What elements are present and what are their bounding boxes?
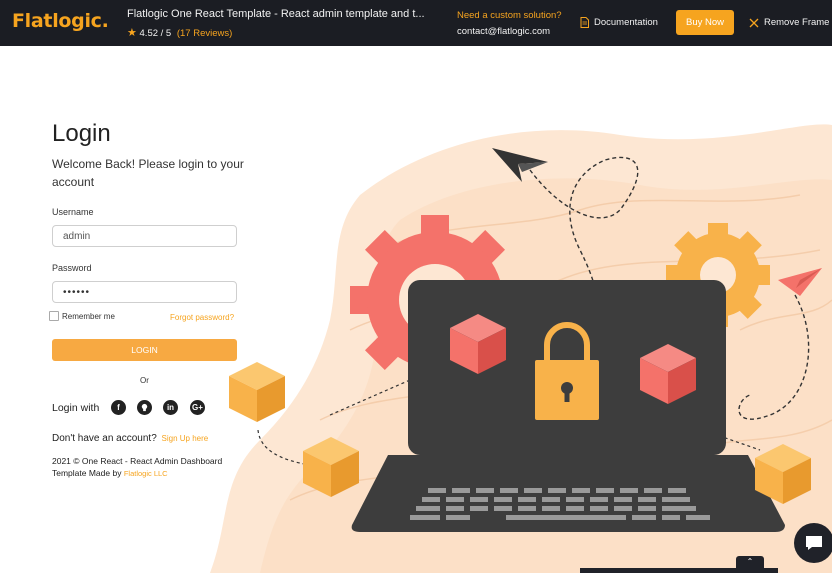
template-title[interactable]: Flatlogic One React Template - React adm… bbox=[127, 8, 425, 20]
footer-text: 2021 © One React - React Admin Dashboard… bbox=[52, 455, 242, 480]
close-icon bbox=[749, 18, 759, 27]
reviews-link[interactable]: (17 Reviews) bbox=[177, 28, 232, 39]
linkedin-icon[interactable]: in bbox=[163, 400, 178, 415]
login-button[interactable]: LOGIN bbox=[52, 339, 237, 361]
welcome-text: Welcome Back! Please login to your accou… bbox=[52, 157, 244, 189]
documentation-label: Documentation bbox=[594, 17, 658, 28]
google-plus-icon[interactable]: G+ bbox=[190, 400, 205, 415]
page-title: Login bbox=[52, 120, 111, 147]
document-icon bbox=[580, 17, 589, 28]
star-icon: ★ bbox=[127, 27, 137, 39]
footer-link[interactable]: Flatlogic LLC bbox=[124, 469, 168, 478]
forgot-password-link[interactable]: Forgot password? bbox=[170, 313, 234, 322]
chat-icon[interactable] bbox=[794, 523, 832, 563]
remove-frame-button[interactable]: Remove Frame bbox=[749, 17, 829, 28]
no-account-label: Don't have an account? bbox=[52, 433, 157, 444]
remember-me-checkbox[interactable] bbox=[49, 311, 59, 321]
chevron-up-icon[interactable]: ⌃ bbox=[736, 556, 764, 570]
contact-email-link[interactable]: contact@flatlogic.com bbox=[457, 26, 550, 37]
facebook-icon[interactable]: f bbox=[111, 400, 126, 415]
login-with-label: Login with bbox=[52, 402, 100, 414]
username-label: Username bbox=[52, 207, 94, 217]
laptop-keyboard-base bbox=[351, 455, 785, 532]
rating: ★ 4.52 / 5 (17 Reviews) bbox=[127, 26, 232, 39]
password-field[interactable]: •••••• bbox=[52, 281, 237, 303]
no-account-text: Don't have an account? Sign Up here bbox=[52, 433, 208, 444]
login-illustration bbox=[210, 124, 832, 573]
top-bar: Flatlogic. Flatlogic One React Template … bbox=[0, 0, 832, 46]
github-icon[interactable] bbox=[137, 400, 152, 415]
signup-link[interactable]: Sign Up here bbox=[162, 434, 209, 443]
password-label: Password bbox=[52, 263, 92, 273]
remember-me-label: Remember me bbox=[62, 311, 115, 321]
rating-value: 4.52 / 5 bbox=[139, 28, 172, 39]
custom-solution-text: Need a custom solution? bbox=[457, 10, 562, 21]
remember-me[interactable]: Remember me bbox=[49, 311, 115, 321]
documentation-link[interactable]: Documentation bbox=[580, 17, 658, 28]
username-field[interactable]: admin bbox=[52, 225, 237, 247]
remove-frame-label: Remove Frame bbox=[764, 17, 830, 28]
cube-orange-left bbox=[229, 362, 285, 422]
flatlogic-logo[interactable]: Flatlogic. bbox=[12, 10, 109, 32]
or-divider: Or bbox=[140, 376, 149, 385]
buy-now-button[interactable]: Buy Now bbox=[676, 10, 734, 35]
